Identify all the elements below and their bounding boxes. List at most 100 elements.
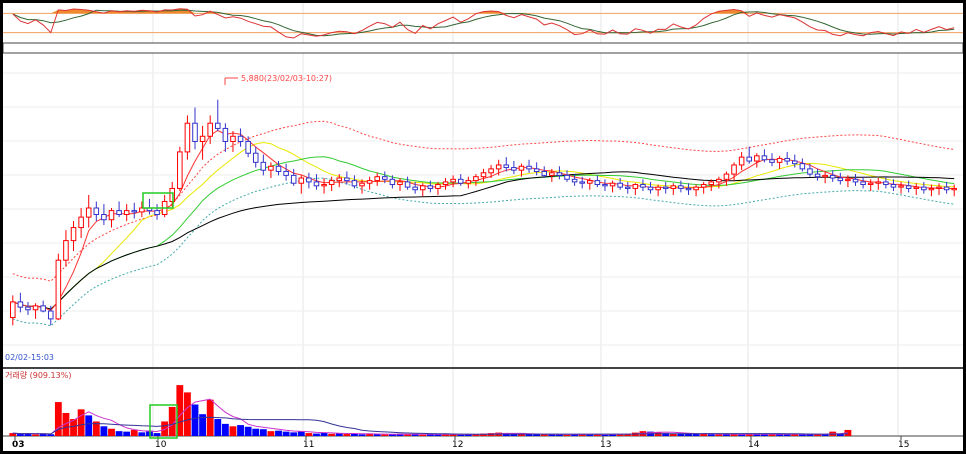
candle-body — [640, 184, 646, 188]
candle-body — [594, 180, 601, 186]
candle-body — [199, 135, 206, 142]
candle-body — [609, 182, 616, 187]
candle-body — [306, 177, 312, 183]
candle-body — [78, 216, 84, 229]
volume-bar — [313, 433, 320, 436]
panel-separator-top — [3, 42, 963, 54]
low-label: 02/02-15:03 — [5, 353, 54, 362]
candle-body — [511, 167, 517, 171]
candle-body — [40, 305, 46, 312]
candle-body — [457, 178, 464, 184]
candle-body — [382, 176, 388, 180]
candle-body — [693, 186, 699, 191]
candle-body — [397, 181, 403, 186]
candle-body — [678, 185, 684, 189]
candle-body — [761, 155, 768, 161]
candle-body — [442, 181, 449, 186]
volume-bar — [16, 434, 24, 436]
candle-body — [131, 210, 138, 213]
volume-bar — [138, 432, 146, 436]
candle-body — [101, 214, 107, 221]
candle-body — [450, 178, 456, 183]
stock-chart: 03 10 11 12 13 14 15 5,880(23/02/03-10:27) 02/… — [3, 3, 963, 451]
candle-body — [776, 157, 783, 163]
candle-body — [526, 165, 532, 170]
candle-body — [905, 185, 912, 189]
candle-body — [890, 184, 897, 188]
candle-body — [845, 178, 851, 182]
volume-bar — [221, 423, 229, 436]
volume-bar — [237, 425, 244, 436]
chart-background — [3, 3, 963, 451]
candle-body — [389, 178, 396, 186]
candle-body — [123, 210, 130, 216]
candle-body — [784, 157, 790, 162]
candle-body — [723, 173, 730, 180]
x-tick-label: 12 — [452, 440, 463, 450]
candle-body — [518, 165, 525, 171]
candle-body — [822, 174, 828, 178]
volume-bar — [282, 431, 290, 436]
candle-body — [549, 172, 555, 176]
candle-body — [670, 185, 677, 189]
volume-bar — [32, 434, 39, 436]
volume-bar — [358, 434, 366, 436]
candle-body — [351, 180, 358, 187]
candle-body — [63, 240, 69, 261]
candle-body — [579, 181, 585, 184]
high-label: 5,880(23/02/03-10:27) — [241, 74, 332, 83]
volume-bar — [259, 429, 267, 436]
candle-body — [275, 165, 282, 172]
candle-body — [556, 172, 563, 176]
candle-body — [108, 210, 115, 221]
candle-body — [587, 180, 593, 184]
volume-bar — [707, 434, 715, 436]
volume-bar — [244, 426, 252, 436]
candle — [55, 253, 62, 321]
candle-body — [769, 159, 775, 163]
volume-bar — [540, 434, 548, 436]
candle-body — [867, 182, 874, 186]
candle-body — [230, 135, 236, 142]
volume-bar — [692, 434, 700, 436]
volume-bar — [100, 426, 108, 436]
volume-bar — [305, 433, 313, 436]
candle-body — [921, 186, 927, 191]
candle-body — [435, 184, 441, 189]
candle-body — [488, 168, 494, 174]
candle-body — [169, 187, 176, 202]
volume-label: 거래량 (909.13%) — [5, 370, 71, 380]
panel-separator-bottom — [3, 367, 963, 369]
volume-bar — [161, 421, 169, 436]
x-tick-label: 14 — [748, 440, 760, 450]
volume-bar — [115, 431, 123, 436]
candle-body — [883, 181, 889, 186]
candle-body — [298, 177, 305, 184]
volume-bar — [457, 434, 465, 436]
candle-body — [328, 180, 335, 186]
candle-body — [564, 174, 570, 180]
candle-body — [154, 210, 160, 216]
candle-body — [746, 156, 752, 162]
candle — [177, 146, 183, 192]
candle-body — [738, 156, 745, 166]
x-tick-label: 03 — [12, 440, 25, 450]
candle-body — [951, 187, 957, 191]
volume-bar — [601, 434, 609, 436]
candle-body — [222, 127, 229, 142]
x-tick-label: 10 — [155, 440, 167, 450]
candle-body — [192, 122, 198, 142]
volume-bar — [123, 431, 131, 436]
candle-body — [617, 182, 623, 188]
candle-body — [480, 172, 487, 178]
candle-body — [290, 174, 297, 184]
volume-bar — [108, 428, 115, 436]
candle-body — [313, 181, 320, 187]
candle-body — [321, 184, 327, 187]
candle-body — [700, 184, 707, 188]
candle-body — [898, 185, 904, 188]
candle-body — [503, 164, 510, 169]
volume-bar — [563, 434, 571, 436]
candle-body — [215, 122, 221, 129]
volume-bar — [153, 433, 161, 436]
